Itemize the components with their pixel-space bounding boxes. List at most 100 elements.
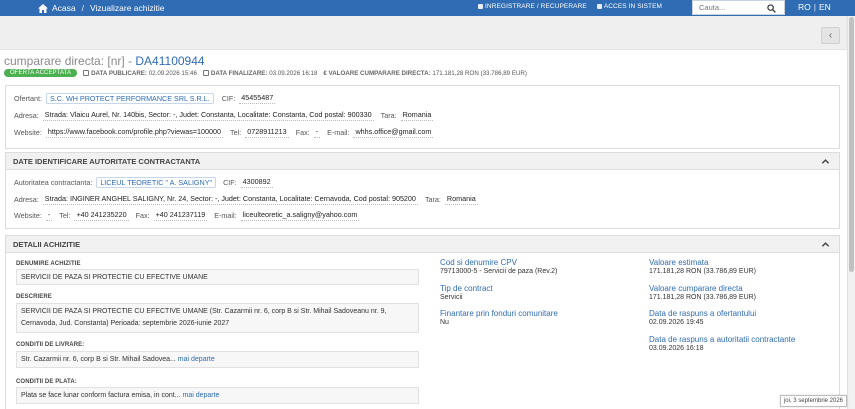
cumparare-label: Valoare cumparare directa [649, 284, 743, 293]
status-badge: OFERTA ACCEPTATA [4, 69, 78, 77]
denumire-label: DENUMIRE ACHIZITIE [16, 261, 81, 267]
supplier-row-2: Adresa: Strada: Vlaicu Aurel, Nr. 140bis… [14, 110, 434, 121]
tip-value: Servicii [440, 294, 463, 301]
website-value[interactable]: https://www.facebook.com/profile.php?vie… [45, 127, 224, 138]
register-icon [478, 4, 483, 9]
authority-tara-label: Tara: [424, 195, 441, 204]
descriere-box: SERVICII DE PAZA SI PROTECTIE CU EFECTIV… [16, 303, 419, 333]
authority-row-3: Website: - Tel: +40 241235220 Fax: +40 2… [14, 210, 360, 221]
register-link[interactable]: INREGISTRARE / RECUPERARE [478, 3, 587, 10]
descriere-value: SERVICII DE PAZA SI PROTECTIE CU EFECTIV… [21, 308, 387, 327]
estimata-item: Valoare estimata 171.181,28 RON (33.786,… [649, 258, 756, 275]
descriere-label: DESCRIERE [16, 294, 52, 300]
home-icon[interactable] [38, 3, 48, 13]
supplier-row-1: Ofertant: S.C. WH PROTECT PERFORMANCE SR… [14, 93, 276, 104]
publish-date-label: DATA PUBLICARE: [91, 69, 147, 77]
meta-row: OFERTA ACCEPTATA DATA PUBLICARE: 02.09.2… [4, 69, 527, 77]
denumire-box: SERVICII DE PAZA SI PROTECTIE CU EFECTIV… [16, 269, 419, 285]
fin-item: Finantare prin fonduri comunitare Nu [440, 309, 558, 326]
authority-row-1: Autoritatea contractanta: LICEUL TEORETI… [14, 177, 273, 188]
lang-en[interactable]: EN [819, 2, 831, 12]
header-band [0, 16, 855, 50]
lang-ro[interactable]: RO [798, 2, 811, 12]
estimata-value: 171.181,28 RON (33.786,89 EUR) [649, 268, 757, 275]
value-label: € VALOARE CUMPARARE DIRECTA: [323, 69, 431, 77]
authority-email-value: liceulteoretic_a.saligny@yahoo.com [240, 210, 360, 221]
search-icon[interactable] [767, 4, 776, 13]
authority-website-value: - [45, 210, 53, 221]
tara-value: Romania [400, 110, 434, 121]
plata-value: Plata se face lunar conform factura emis… [21, 392, 181, 399]
plata-more-link[interactable]: mai departe [182, 392, 219, 399]
publish-date-value: 02.09.2026 15:46 [148, 69, 197, 77]
register-label: INREGISTRARE / RECUPERARE [485, 3, 587, 10]
search-input[interactable] [693, 3, 763, 12]
login-link[interactable]: ACCES IN SISTEM [596, 3, 663, 10]
plata-label: CONDITII DE PLATA: [16, 379, 77, 385]
supplier-row-3: Website: https://www.facebook.com/profil… [14, 127, 434, 138]
fax-value: - [313, 127, 321, 138]
authority-cif-label: CIF: [223, 178, 237, 187]
website-label: Website: [14, 128, 42, 137]
livrare-more-link[interactable]: mai departe [178, 356, 215, 363]
authority-cif-value: 4300892 [240, 177, 273, 188]
publish-date: DATA PUBLICARE: 02.09.2026 15:46 [83, 69, 197, 77]
authority-panel-header[interactable]: DATE IDENTIFICARE AUTORITATE CONTRACTANT… [6, 153, 839, 170]
ofertant-label: Ofertant: [14, 94, 42, 103]
authority-website-label: Website: [14, 211, 42, 220]
login-label: ACCES IN SISTEM [603, 3, 663, 10]
raspuns-ofertant-label: Data de raspuns a ofertantului [649, 309, 757, 318]
authority-tara-value: Romania [444, 194, 478, 205]
calendar-icon [202, 69, 209, 76]
authority-email-label: E-mail: [214, 211, 237, 220]
authority-link[interactable]: LICEUL TEORETIC " A. SALIGNY" [96, 177, 217, 188]
raspuns-autoritate-label: Data de raspuns a autoritatii contractan… [649, 335, 796, 344]
final-date: DATA FINALIZARE: 03.09.2026 16:18 [202, 69, 318, 77]
search-box [692, 0, 785, 15]
vertical-scrollbar[interactable] [847, 16, 855, 409]
ofertant-link[interactable]: S.C. WH PROTECT PERFORMANCE SRL S.R.L. [45, 93, 214, 104]
cpv-label: Cod si denumire CPV [440, 258, 517, 267]
chevron-up-icon[interactable] [821, 157, 830, 166]
breadcrumb: Acasa / Vizualizare achizitie [38, 3, 165, 13]
top-navbar: Acasa / Vizualizare achizitie INREGISTRA… [0, 0, 855, 16]
breadcrumb-home[interactable]: Acasa [52, 3, 76, 13]
adresa-value: Strada: Vlaicu Aurel, Nr. 140bis, Sector… [42, 110, 374, 121]
cpv-value: 79713000-5 - Servicii de paza (Rev.2) [440, 268, 558, 275]
raspuns-autoritate-value: 03.09.2026 16:18 [649, 345, 704, 352]
livrare-label: CONDITII DE LIVRARE: [16, 342, 85, 348]
authority-label: Autoritatea contractanta: [14, 178, 93, 187]
email-value: whhs.office@gmail.com [353, 127, 434, 138]
raspuns-autoritate-item: Data de raspuns a autoritatii contractan… [649, 335, 795, 352]
page-title: cumparare directa: [nr] - DA41100944 [4, 54, 205, 68]
breadcrumb-separator: / [81, 3, 84, 13]
scrollbar-thumb[interactable] [849, 17, 854, 272]
fax-label: Fax: [295, 128, 310, 137]
fin-label: Finantare prin fonduri comunitare [440, 309, 558, 318]
date-tooltip: joi, 3 septembrie 2026 [780, 395, 847, 407]
estimata-label: Valoare estimata [649, 258, 709, 267]
chevron-up-icon[interactable] [821, 240, 830, 249]
login-icon [596, 4, 602, 9]
authority-row-2: Adresa: Strada: INGINER ANGHEL SALIGNY, … [14, 194, 478, 205]
final-date-value: 03.09.2026 16:18 [269, 69, 318, 77]
raspuns-ofertant-item: Data de raspuns a ofertantului 02.09.202… [649, 309, 756, 326]
plata-box: Plata se face lunar conform factura emis… [16, 387, 419, 404]
authority-tel-value: +40 241235220 [74, 210, 129, 221]
tip-label: Tip de contract [440, 284, 493, 293]
details-heading: DETALII ACHIZITIE [13, 239, 81, 249]
tel-value: 0728911213 [245, 127, 289, 138]
direct-purchase-value: € VALOARE CUMPARARE DIRECTA: 171.181,28 … [323, 70, 527, 77]
authority-fax-label: Fax: [135, 211, 150, 220]
livrare-box: Str. Cazarmii nr. 6, corp B si Str. Miha… [16, 351, 419, 368]
cpv-item: Cod si denumire CPV 79713000-5 - Servici… [440, 258, 557, 275]
details-panel-header[interactable]: DETALII ACHIZITIE [6, 236, 839, 253]
calendar-icon [83, 69, 90, 76]
authority-adresa-value: Strada: INGINER ANGHEL SALIGNY, Nr. 24, … [42, 194, 418, 205]
authority-panel: DATE IDENTIFICARE AUTORITATE CONTRACTANT… [5, 152, 840, 229]
denumire-value: SERVICII DE PAZA SI PROTECTIE CU EFECTIV… [21, 274, 208, 281]
breadcrumb-current: Vizualizare achizitie [90, 3, 165, 13]
authority-fax-value: +40 241237119 [153, 210, 208, 221]
authority-heading: DATE IDENTIFICARE AUTORITATE CONTRACTANT… [13, 156, 201, 166]
back-button[interactable]: ‹ [821, 27, 840, 44]
